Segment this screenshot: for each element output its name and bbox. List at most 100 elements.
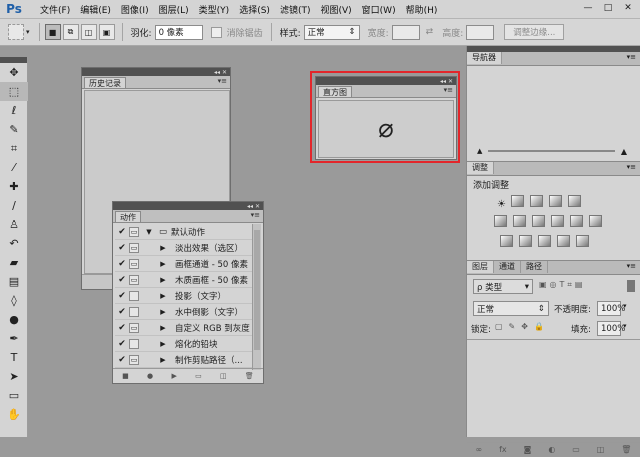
width-input[interactable]: [391, 24, 420, 40]
fx-icon[interactable]: fx: [499, 445, 507, 454]
collapse-triangle-icon[interactable]: ▶: [157, 340, 169, 348]
check-icon[interactable]: ✔: [115, 323, 129, 333]
collapse-triangle-icon[interactable]: ▶: [157, 356, 169, 364]
color-lookup-icon[interactable]: [589, 215, 602, 227]
panel-menu-icon[interactable]: ▾≡: [218, 77, 227, 85]
lock-icons[interactable]: ▢✎✥🔒: [495, 322, 550, 331]
action-set-row[interactable]: ✔ ▭ ▼ ▭ 默认动作: [115, 224, 253, 240]
panel-collapse-icon[interactable]: ◂◂ ✕: [82, 68, 230, 76]
black-white-icon[interactable]: [532, 215, 545, 227]
chevron-down-icon[interactable]: ▾: [623, 322, 627, 330]
stamp-tool-icon[interactable]: ♙: [0, 215, 28, 234]
eraser-tool-icon[interactable]: ▰: [0, 253, 28, 272]
check-icon[interactable]: ✔: [115, 275, 129, 285]
check-icon[interactable]: ✔: [115, 227, 129, 237]
panel-menu-icon[interactable]: ▾≡: [444, 86, 453, 94]
hand-tool-icon[interactable]: ✋: [0, 405, 28, 424]
layer-filter-select[interactable]: ρ 类型 ▾: [473, 279, 533, 294]
stop-icon[interactable]: ■: [122, 372, 129, 380]
swap-icon[interactable]: ⇄: [426, 27, 434, 37]
action-row[interactable]: ✔ ▭ ▶ 画框通道 - 50 像素: [115, 256, 253, 272]
menu-view[interactable]: 视图(V): [315, 3, 356, 16]
scroll-thumb[interactable]: [254, 230, 260, 350]
blur-tool-icon[interactable]: ◊: [0, 291, 28, 310]
brush-tool-icon[interactable]: ∕: [0, 196, 28, 215]
action-row[interactable]: ✔ ▶ 熔化的铅块: [115, 336, 253, 352]
levels-icon[interactable]: [510, 195, 524, 207]
gradient-tool-icon[interactable]: ▤: [0, 272, 28, 291]
actions-scrollbar[interactable]: [252, 224, 261, 370]
panel-menu-icon[interactable]: ▾≡: [627, 163, 636, 171]
menu-select[interactable]: 选择(S): [234, 3, 275, 16]
brightness-icon[interactable]: ☀: [497, 199, 506, 210]
rect-marquee-tool-icon[interactable]: ⬚: [0, 82, 28, 101]
dodge-tool-icon[interactable]: ●: [0, 310, 28, 329]
mask-icon[interactable]: ◙: [524, 445, 532, 454]
record-icon[interactable]: ●: [147, 372, 153, 380]
dialog-toggle-icon[interactable]: [129, 306, 139, 317]
panel-menu-icon[interactable]: ▾≡: [627, 53, 636, 61]
tab-paths[interactable]: 路径: [521, 261, 548, 273]
subtract-selection-button[interactable]: ◫: [80, 24, 97, 40]
action-row[interactable]: ✔ ▭ ▶ 木质画框 - 50 像素: [115, 272, 253, 288]
photo-filter-icon[interactable]: [551, 215, 564, 227]
intersect-selection-button[interactable]: ▣: [98, 24, 115, 40]
filter-toggle[interactable]: [627, 280, 635, 292]
check-icon[interactable]: ✔: [115, 243, 129, 253]
collapse-triangle-icon[interactable]: ▶: [157, 308, 169, 316]
new-action-icon[interactable]: ◫: [220, 372, 227, 380]
zoom-track[interactable]: [488, 150, 615, 152]
adjustment-layer-icon[interactable]: ◐: [548, 445, 555, 454]
group-icon[interactable]: ▭: [572, 445, 580, 454]
tab-histogram[interactable]: 直方图: [318, 86, 352, 97]
action-row[interactable]: ✔ ▭ ▶ 自定义 RGB 到灰度: [115, 320, 253, 336]
menu-filter[interactable]: 滤镜(T): [275, 3, 316, 16]
dialog-toggle-icon[interactable]: ▭: [129, 322, 139, 333]
collapse-triangle-icon[interactable]: ▶: [157, 292, 169, 300]
layers-list[interactable]: [467, 339, 640, 443]
healing-tool-icon[interactable]: ✚: [0, 177, 28, 196]
collapse-triangle-icon[interactable]: ▶: [157, 276, 169, 284]
menu-type[interactable]: 类型(Y): [194, 3, 235, 16]
panel-collapse-icon[interactable]: ◂◂ ✕: [316, 77, 456, 85]
close-button[interactable]: ✕: [618, 0, 638, 16]
dialog-toggle-icon[interactable]: [129, 290, 139, 301]
move-tool-icon[interactable]: ✥: [0, 63, 28, 82]
new-layer-icon[interactable]: ◫: [597, 445, 605, 454]
tab-channels[interactable]: 通道: [494, 261, 521, 273]
link-icon[interactable]: ∞: [475, 445, 482, 454]
threshold-icon[interactable]: [538, 235, 551, 247]
panel-menu-icon[interactable]: ▾≡: [251, 211, 260, 219]
new-selection-button[interactable]: ■: [44, 24, 61, 40]
tab-adjustments[interactable]: 调整: [467, 162, 494, 174]
pen-tool-icon[interactable]: ✒: [0, 329, 28, 348]
collapse-triangle-icon[interactable]: ▶: [157, 260, 169, 268]
crop-tool-icon[interactable]: ⌗: [0, 139, 28, 158]
tab-actions[interactable]: 动作: [115, 211, 141, 222]
dialog-toggle-icon[interactable]: ▭: [129, 258, 139, 269]
menu-window[interactable]: 窗口(W): [357, 3, 401, 16]
dialog-toggle-icon[interactable]: ▭: [129, 242, 139, 253]
check-icon[interactable]: ✔: [115, 259, 129, 269]
quick-select-tool-icon[interactable]: ✎: [0, 120, 28, 139]
feather-input[interactable]: 0 像素: [154, 24, 203, 40]
add-selection-button[interactable]: ⧉: [62, 24, 79, 40]
posterize-icon[interactable]: [519, 235, 532, 247]
antialias-checkbox[interactable]: [210, 26, 222, 38]
type-tool-icon[interactable]: T: [0, 348, 28, 367]
play-icon[interactable]: ▶: [171, 372, 176, 380]
check-icon[interactable]: ✔: [115, 355, 129, 365]
action-row[interactable]: ✔ ▭ ▶ 制作剪贴路径（...: [115, 352, 253, 368]
hue-saturation-icon[interactable]: [494, 215, 507, 227]
dialog-toggle-icon[interactable]: ▭: [129, 226, 139, 237]
trash-icon[interactable]: 🗑: [245, 372, 254, 380]
dialog-toggle-icon[interactable]: [129, 338, 139, 349]
fill-input[interactable]: 100%: [597, 321, 625, 336]
collapse-triangle-icon[interactable]: ▶: [157, 324, 169, 332]
action-row[interactable]: ✔ ▶ 投影（文字）: [115, 288, 253, 304]
check-icon[interactable]: ✔: [115, 307, 129, 317]
lasso-tool-icon[interactable]: ℓ: [0, 101, 28, 120]
history-brush-tool-icon[interactable]: ↶: [0, 234, 28, 253]
menu-help[interactable]: 帮助(H): [401, 3, 443, 16]
expand-triangle-icon[interactable]: ▼: [143, 228, 155, 236]
